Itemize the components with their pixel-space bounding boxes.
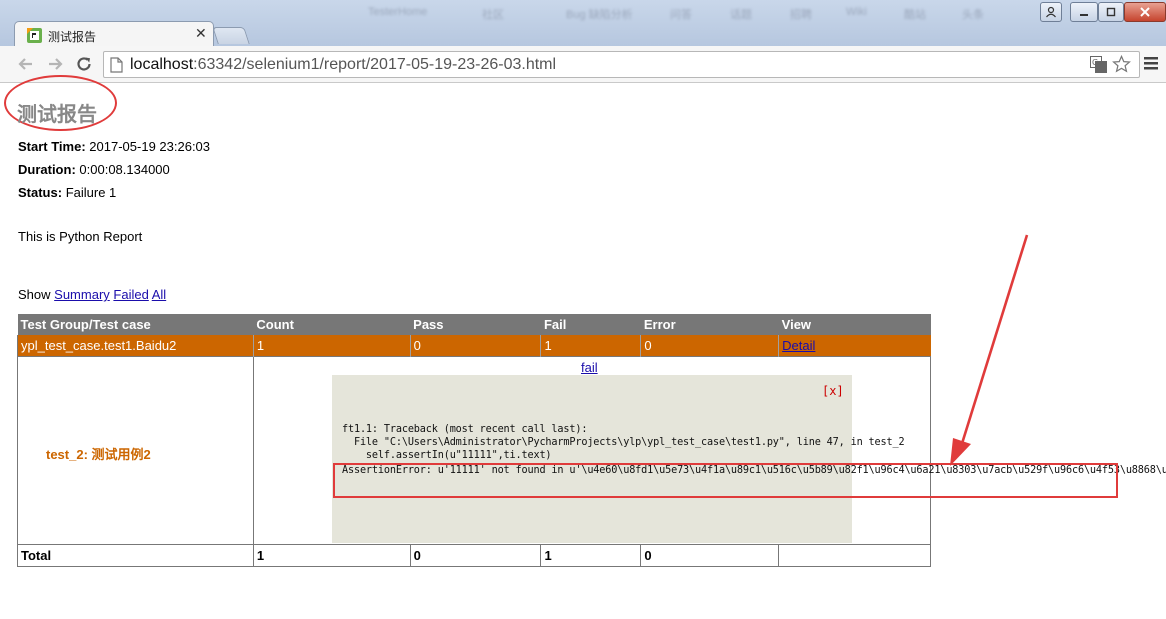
page-title: 测试报告 bbox=[17, 104, 97, 126]
column-header: Pass bbox=[410, 314, 541, 335]
class-name-cell: ypl_test_case.test1.Baidu2 bbox=[17, 335, 254, 356]
user-icon bbox=[1046, 6, 1056, 18]
total-pass-cell: 0 bbox=[409, 543, 542, 567]
test-class-row: ypl_test_case.test1.Baidu2 1 0 1 0 Detai… bbox=[17, 335, 931, 356]
minimize-icon bbox=[1080, 14, 1088, 16]
status-label: Status: bbox=[18, 185, 63, 200]
start-time-line: Start Time: 2017-05-19 23:26:03 bbox=[18, 139, 210, 154]
pycharm-favicon-icon bbox=[27, 28, 42, 43]
forward-arrow-icon bbox=[49, 58, 63, 70]
test-case-name: test_2: 测试用例2 bbox=[46, 447, 151, 462]
column-header: Fail bbox=[540, 314, 641, 335]
maximize-button[interactable] bbox=[1098, 2, 1124, 22]
show-label: Show bbox=[18, 287, 51, 302]
total-row: Total 1 0 1 0 bbox=[17, 543, 931, 567]
tab-close-icon[interactable]: ✕ bbox=[195, 25, 207, 42]
browser-titlebar: TesterHome 社区 Bug 缺陷分析 问答 话题 招聘 Wiki 酷站 … bbox=[0, 0, 1166, 47]
blurred-bookmark: Wiki bbox=[846, 6, 867, 18]
total-error-cell: 0 bbox=[640, 543, 780, 567]
blurred-bookmark: 酷站 bbox=[904, 9, 926, 21]
back-arrow-icon bbox=[18, 58, 32, 70]
status-value: Failure 1 bbox=[65, 185, 117, 200]
minimize-button[interactable] bbox=[1070, 2, 1098, 22]
total-view-cell bbox=[778, 543, 931, 567]
fail-cell: 1 bbox=[540, 335, 641, 356]
start-time-label: Start Time: bbox=[18, 139, 86, 154]
blurred-bookmark: 话题 bbox=[730, 9, 752, 21]
browser-tab[interactable]: 测试报告 ✕ bbox=[14, 21, 214, 47]
translate-icon[interactable]: G bbox=[1090, 56, 1107, 73]
show-failed-link[interactable]: Failed bbox=[113, 287, 148, 302]
url-text: localhost:63342/selenium1/report/2017-05… bbox=[130, 56, 556, 74]
table-header-row: Test Group/Test case Count Pass Fail Err… bbox=[17, 314, 931, 335]
count-cell: 1 bbox=[252, 335, 411, 356]
traceback-line: ft1.1: Traceback (most recent call last)… bbox=[342, 424, 588, 435]
address-bar[interactable]: localhost:63342/selenium1/report/2017-05… bbox=[103, 51, 1140, 78]
back-button[interactable] bbox=[16, 54, 36, 74]
new-tab-button[interactable] bbox=[212, 27, 250, 44]
status-line: Status: Failure 1 bbox=[18, 185, 116, 200]
reload-button[interactable] bbox=[74, 54, 94, 74]
traceback-line: self.assertIn(u"11111",ti.text) bbox=[342, 450, 552, 461]
total-fail-cell: 1 bbox=[540, 543, 642, 567]
duration-label: Duration: bbox=[18, 162, 76, 177]
blurred-bookmark: 社区 bbox=[482, 9, 504, 21]
duration-line: Duration: 0:00:08.134000 bbox=[18, 162, 170, 177]
column-header: Count bbox=[253, 314, 411, 335]
url-path: :63342/selenium1/report/2017-05-19-23-26… bbox=[193, 56, 557, 73]
bookmark-star-icon[interactable] bbox=[1112, 55, 1131, 74]
annotation-arrow-icon bbox=[950, 234, 1029, 466]
total-label-cell: Total bbox=[17, 543, 254, 567]
blurred-bookmark: 头条 bbox=[962, 9, 984, 21]
start-time-value: 2017-05-19 23:26:03 bbox=[89, 139, 211, 154]
reload-icon bbox=[77, 57, 91, 71]
total-count-cell: 1 bbox=[252, 543, 411, 567]
column-header: Test Group/Test case bbox=[17, 314, 254, 335]
blurred-bookmark: 问答 bbox=[670, 9, 692, 21]
forward-button[interactable] bbox=[45, 54, 65, 74]
show-summary-link[interactable]: Summary bbox=[54, 287, 110, 302]
page-icon bbox=[110, 57, 123, 73]
column-header: Error bbox=[640, 314, 779, 335]
browser-toolbar: localhost:63342/selenium1/report/2017-05… bbox=[0, 46, 1166, 83]
blurred-bookmark: Bug 缺陷分析 bbox=[566, 9, 633, 21]
popup-close-button[interactable]: [x] bbox=[822, 384, 844, 398]
svg-text:G: G bbox=[1092, 58, 1098, 67]
report-description: This is Python Report bbox=[18, 229, 143, 244]
url-host: localhost bbox=[130, 56, 194, 73]
column-header: View bbox=[778, 314, 931, 335]
error-cell: 0 bbox=[640, 335, 779, 356]
window-close-button[interactable] bbox=[1124, 2, 1166, 22]
user-profile-button[interactable] bbox=[1040, 2, 1062, 22]
traceback-line: File "C:\Users\Administrator\PycharmProj… bbox=[342, 437, 905, 448]
blurred-bookmark: 招聘 bbox=[790, 9, 812, 21]
fail-link[interactable]: fail bbox=[581, 360, 598, 375]
show-filter-bar: Show Summary Failed All bbox=[18, 287, 166, 302]
restore-icon bbox=[1106, 7, 1116, 17]
menu-icon[interactable] bbox=[1144, 55, 1158, 71]
tab-title: 测试报告 bbox=[48, 30, 97, 44]
duration-value: 0:00:08.134000 bbox=[79, 162, 170, 177]
detail-link[interactable]: Detail bbox=[782, 338, 815, 353]
close-icon bbox=[1140, 7, 1150, 17]
blurred-bookmark: TesterHome bbox=[368, 6, 428, 18]
pass-cell: 0 bbox=[409, 335, 541, 356]
view-cell: Detail bbox=[778, 335, 931, 356]
show-all-link[interactable]: All bbox=[152, 287, 166, 302]
